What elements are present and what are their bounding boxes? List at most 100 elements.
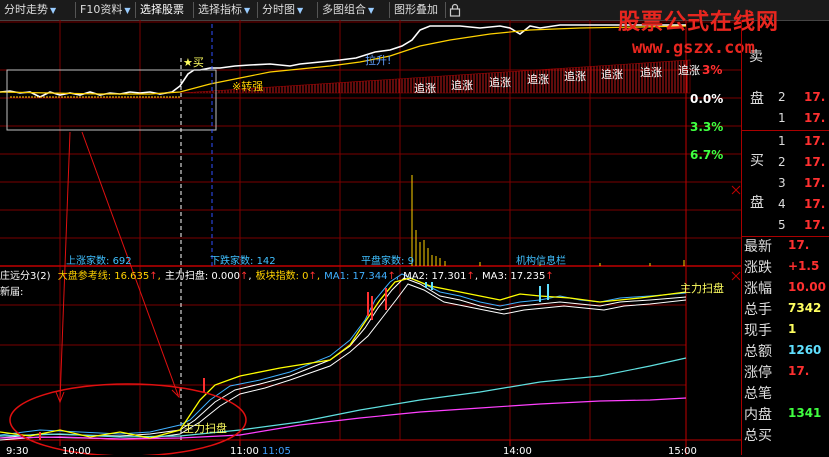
arrow-up-icon: ↑	[387, 271, 396, 282]
down-count-value: 142	[256, 256, 276, 267]
turn-strong-signal: ※转强	[232, 80, 264, 93]
sell-heading-1: 盘	[750, 91, 764, 107]
indicator-value-item: MA2: 17.301↑,	[403, 271, 479, 282]
indicator-ma1	[0, 273, 687, 436]
chase-label: 追涨	[601, 68, 623, 81]
tab-select-indicator[interactable]: 选择指标 ▼	[194, 2, 258, 18]
buy-level: 1	[778, 134, 786, 148]
time-ticks	[59, 440, 687, 446]
tab-select-stock[interactable]: 选择股票	[136, 2, 194, 18]
buy-price: 17.	[804, 197, 826, 211]
arrow-up-icon: ↑	[149, 271, 158, 282]
indicator-signal-bars	[39, 282, 549, 440]
buy-level: 5	[778, 218, 786, 232]
indicator-value-item: MA3: 17.235↑	[482, 271, 554, 282]
tab-label: 多图组合	[322, 3, 366, 16]
stat-label: 涨跌	[744, 260, 772, 276]
up-count-value: 692	[112, 256, 132, 267]
stat-label: 涨幅	[744, 281, 772, 297]
chase-label: 追涨	[451, 79, 473, 92]
sell-price: 17.	[804, 111, 826, 125]
time-label: 9:30	[6, 446, 29, 457]
institution-info-bar[interactable]: 机构信息栏	[516, 252, 566, 267]
flat-count-caption: 平盘家数:	[361, 256, 405, 267]
down-count-caption: 下跌家数:	[210, 256, 254, 267]
flat-count-label: 平盘家数: 9	[361, 252, 414, 267]
chase-label: 追涨	[489, 76, 511, 89]
chevron-down-icon: ▼	[50, 6, 57, 15]
chase-label: 追涨	[527, 73, 549, 86]
buy-level: 3	[778, 176, 786, 190]
indicator-header: 庄远分3(2) 大盘参考线: 16.635↑, 主力扫盘: 0.000↑, 板块指数…	[0, 267, 554, 282]
buy-heading-0: 买	[750, 153, 764, 169]
time-label: 15:00	[668, 446, 697, 457]
sell-heading-0: 卖	[749, 49, 763, 65]
divider	[742, 130, 829, 131]
stat-label: 总手	[744, 302, 772, 318]
time-label: 10:00	[62, 446, 91, 457]
stat-label: 总笔	[744, 386, 772, 402]
indicator-ma3	[0, 283, 687, 441]
price-line	[0, 24, 686, 98]
buy-heading-1: 盘	[750, 195, 764, 211]
chevron-down-icon: ▼	[368, 6, 375, 15]
chase-label: 追涨	[640, 66, 662, 79]
chevron-down-icon: ▼	[124, 6, 131, 15]
stat-label: 涨停	[744, 365, 772, 381]
tab-multi-chart[interactable]: 多图组合 ▼	[318, 2, 390, 18]
arrow-up-icon: ↑	[545, 271, 554, 282]
buy-price: 17.	[804, 218, 826, 232]
indicator-value-item: 板块指数: 0↑,	[255, 271, 321, 282]
sell-level: 2	[778, 90, 786, 104]
stat-label: 内盘	[744, 407, 772, 423]
down-count-label: 下跌家数: 142	[210, 252, 276, 267]
stat-value: 17.	[788, 364, 810, 378]
indicator-name: 庄远分3(2)	[0, 271, 51, 282]
stat-label: 最新	[744, 239, 772, 255]
stat-value: 1260	[788, 343, 822, 357]
pct-label: 0.0%	[690, 92, 724, 106]
indicator-value-item: 大盘参考线: 16.635↑,	[57, 271, 161, 282]
stat-label: 总额	[744, 344, 772, 360]
tab-intraday[interactable]: 分时走势 ▼	[0, 2, 76, 18]
tab-label: 图形叠加	[394, 3, 438, 16]
quote-panel: 盘 2 17. 1 17. 买 盘 1 17. 2 17. 3 17. 4 17…	[741, 20, 829, 455]
tab-f10[interactable]: F10资料 ▼	[76, 2, 136, 18]
buy-price: 17.	[804, 176, 826, 190]
stat-value: 1	[788, 322, 797, 336]
pct-label: 3.3%	[690, 120, 724, 134]
stat-label: 总买	[744, 428, 772, 444]
indicator-value-item: MA1: 17.344↑,	[324, 271, 400, 282]
time-label: 11:00	[230, 446, 259, 457]
tab-minute-chart[interactable]: 分时图 ▼	[258, 2, 318, 18]
chevron-down-icon: ▼	[297, 6, 304, 15]
sell-price: 17.	[804, 90, 826, 104]
time-label: 14:00	[503, 446, 532, 457]
arrow-up-icon: ↑	[308, 271, 317, 282]
chase-label: 追涨	[564, 70, 586, 83]
watermark-url: www.gszx.com	[632, 38, 755, 58]
pct-label: 3%	[702, 63, 723, 77]
buy-price: 17.	[804, 155, 826, 169]
indicator-market-ref	[0, 357, 687, 438]
arrow-up-icon: ↑	[466, 271, 475, 282]
up-count-caption: 上涨家数:	[66, 256, 110, 267]
stat-value: 7342	[788, 301, 822, 315]
stat-value: +1.5	[788, 259, 820, 273]
sweep-label-bottom: 主力扫盘	[183, 422, 227, 435]
flat-count-value: 9	[407, 256, 414, 267]
buy-level: 4	[778, 197, 786, 211]
tab-overlay[interactable]: 图形叠加	[390, 2, 446, 18]
lock-icon[interactable]	[449, 3, 461, 17]
chevron-down-icon: ▼	[244, 6, 251, 15]
rise-signal: 拉升!	[365, 54, 392, 67]
arrow-up-icon: ↑	[240, 271, 249, 282]
refresh-label: 新届:	[0, 287, 24, 298]
sell-level: 1	[778, 111, 786, 125]
pct-label: 6.7%	[690, 148, 724, 162]
intraday-chart[interactable]	[0, 20, 741, 455]
chase-label: 追涨	[678, 64, 700, 77]
tab-label: 选择股票	[140, 3, 184, 16]
stat-label: 现手	[744, 323, 772, 339]
indicator-value-item: 主力扫盘: 0.000↑,	[164, 271, 252, 282]
